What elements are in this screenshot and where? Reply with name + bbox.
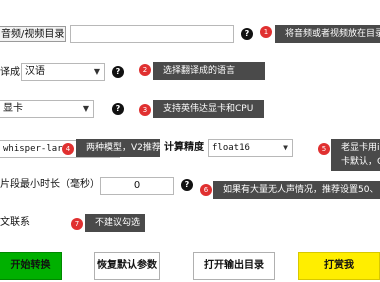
chevron-down-icon: ▼ [283, 143, 288, 152]
step-badge-2: 2 [139, 64, 151, 76]
translate-language-value: 汉语 [25, 66, 45, 77]
donate-button[interactable]: 打赏我 [298, 252, 380, 280]
step-badge-5: 5 [318, 143, 330, 155]
step-badge-7: 7 [71, 218, 83, 230]
step-badge-4: 4 [62, 143, 74, 155]
segment-min-duration-input[interactable]: 0 [100, 177, 174, 195]
chevron-down-icon: ▼ [93, 67, 100, 76]
device-value: 显卡 [3, 103, 23, 114]
open-output-directory-button[interactable]: 打开输出目录 [193, 252, 275, 280]
segment-tip: 如果有大量无人声情况，推荐设置50、 [213, 181, 380, 199]
segment-min-duration-label: 片段最小时长（毫秒） [0, 179, 100, 190]
source-directory-button[interactable]: 音频/视频目录 [0, 26, 66, 42]
chevron-down-icon: ▼ [82, 104, 89, 113]
step-badge-6: 6 [200, 184, 212, 196]
precision-select[interactable]: float16 ▼ [208, 139, 293, 157]
source-tip: 将音频或者视频放在目录 [275, 25, 380, 43]
start-convert-button[interactable]: 开始转换 [0, 252, 62, 280]
precision-tip: 老显卡用int 卡默认，C [331, 139, 380, 171]
step-badge-3: 3 [139, 104, 151, 116]
precision-label: 计算精度 [164, 142, 204, 153]
device-tip: 支持英伟达显卡和CPU [153, 100, 264, 118]
help-icon[interactable]: ? [112, 66, 124, 78]
translate-label: 译成 [0, 67, 20, 78]
precision-tip-line1: 老显卡用int [341, 143, 380, 153]
step-badge-1: 1 [260, 26, 272, 38]
model-tip: 两种模型，V2推荐 [76, 139, 160, 157]
context-tip: 不建议勾选 [85, 214, 145, 232]
help-icon[interactable]: ? [181, 179, 193, 191]
context-label: 文联系 [0, 217, 30, 228]
reset-defaults-button[interactable]: 恢复默认参数 [94, 252, 160, 280]
device-select[interactable]: 显卡 ▼ [0, 100, 94, 118]
source-directory-input[interactable] [70, 25, 234, 43]
precision-value: float16 [212, 143, 250, 153]
model-value: whisper-lar [3, 144, 63, 154]
precision-tip-line2: 卡默认，C [341, 157, 380, 167]
translate-language-select[interactable]: 汉语 ▼ [21, 63, 105, 81]
help-icon[interactable]: ? [241, 28, 253, 40]
help-icon[interactable]: ? [112, 103, 124, 115]
translate-tip: 选择翻译成的语言 [153, 62, 265, 80]
